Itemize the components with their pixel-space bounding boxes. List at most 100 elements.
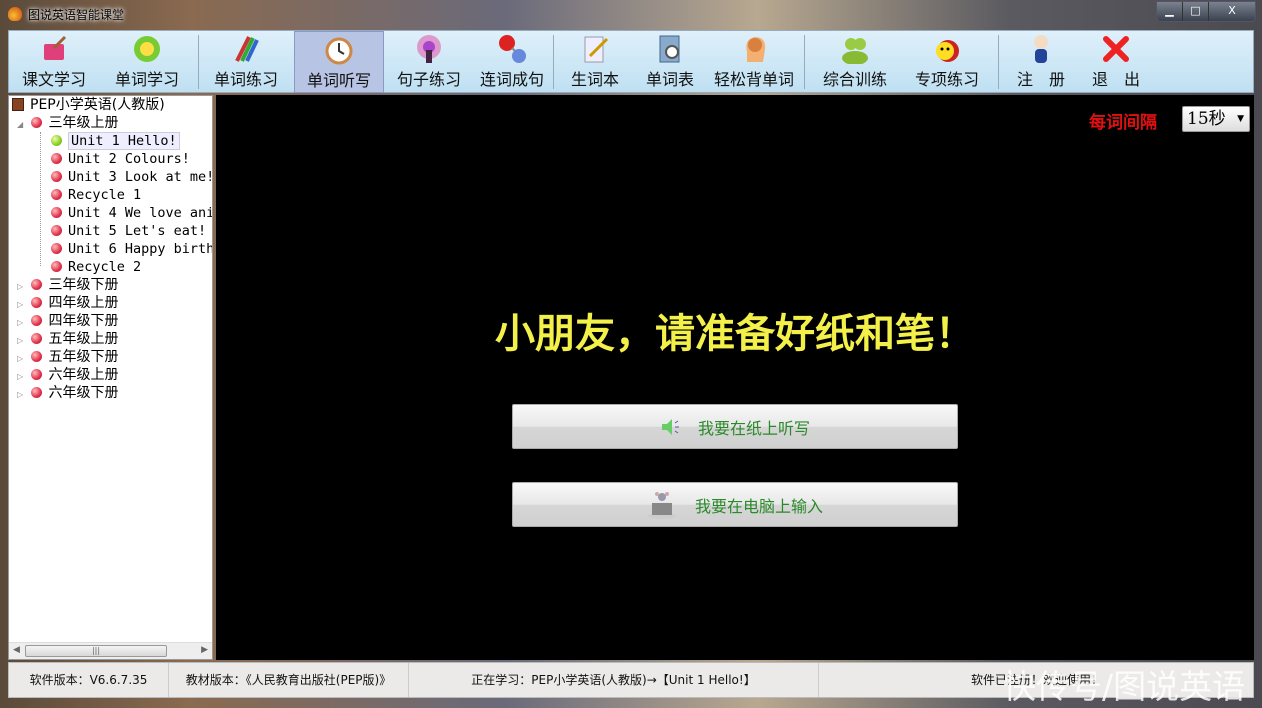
interval-value: 15秒: [1187, 109, 1226, 129]
book-icon: [12, 98, 24, 111]
red-ball-icon: [31, 315, 43, 326]
green-ball-icon: [51, 135, 62, 146]
red-ball-icon: [51, 261, 62, 272]
tree-grade[interactable]: ▷ 四年级上册: [17, 294, 118, 312]
tree-grade[interactable]: ▷ 三年级下册: [17, 276, 118, 294]
red-ball-icon: [31, 387, 43, 398]
red-ball-icon: [31, 279, 43, 290]
expand-icon[interactable]: ◢: [17, 116, 27, 134]
tree-grade-expanded[interactable]: ◢ 三年级上册: [17, 114, 118, 132]
tree-grade-label: 六年级上册: [48, 367, 119, 383]
paper-dictation-label: 我要在纸上听写: [697, 418, 810, 438]
tree-grade[interactable]: ▷ 四年级下册: [17, 312, 118, 330]
toolbar-separator: [198, 35, 199, 89]
tree-unit[interactable]: Unit 1 Hello!: [51, 132, 180, 150]
speaker-icon: [661, 418, 679, 435]
chevron-down-icon: ▼: [1237, 114, 1244, 124]
tree-unit-label: Recycle 2: [68, 259, 142, 275]
toolbar-separator: [998, 35, 999, 89]
red-ball-icon: [51, 243, 62, 254]
horizontal-scrollbar[interactable]: ◀ ||| ▶: [9, 642, 212, 659]
users-icon: [842, 38, 868, 64]
toolbar-button-label: 单词学习: [114, 70, 179, 89]
status-bar: 软件版本：V6.6.7.35 教材版本：《人民教育出版社(PEP版)》 正在学习…: [8, 662, 1254, 698]
tree-unit[interactable]: Recycle 1: [51, 186, 141, 204]
tree-unit[interactable]: Unit 2 Colours!: [51, 150, 190, 168]
pencils-icon: [235, 36, 259, 62]
maximize-button[interactable]: □: [1183, 2, 1209, 21]
status-registered: 软件已注册！欢迎使用！: [970, 673, 1103, 687]
tree-grade[interactable]: ▷ 五年级下册: [17, 348, 118, 366]
red-ball-icon: [51, 189, 62, 200]
toolbar-separator: [553, 35, 554, 89]
tree-unit[interactable]: Unit 6 Happy birth: [51, 240, 213, 258]
notepad-icon: [584, 36, 609, 63]
scroll-thumb[interactable]: |||: [25, 645, 167, 657]
red-ball-icon: [31, 117, 43, 128]
red-x-icon: [1103, 36, 1129, 62]
ladybug-icon: [936, 40, 959, 62]
tree-grade-label: 五年级上册: [48, 331, 119, 347]
tree-grade-label: 三年级上册: [48, 115, 119, 131]
window-title: 图说英语智能课堂: [28, 8, 125, 22]
tree-grade-label: 四年级下册: [48, 313, 119, 329]
tree-grade[interactable]: ▷ 六年级下册: [17, 384, 118, 402]
toolbar-button-3[interactable]: 单词听写: [294, 31, 384, 93]
red-ball-icon: [31, 333, 43, 344]
tree-unit-label: Unit 3 Look at me!: [68, 169, 213, 185]
tree-grade[interactable]: ▷ 五年级上册: [17, 330, 118, 348]
collapsed-icon[interactable]: ▷: [17, 386, 27, 404]
toolbar-button-1[interactable]: 单词学习: [102, 31, 192, 93]
app-icon: [8, 7, 22, 21]
tree-unit[interactable]: Recycle 2: [51, 258, 141, 276]
toolbar-button-2[interactable]: 单词练习: [201, 31, 291, 93]
status-learning: 正在学习：PEP小学英语(人教版)→【Unit 1 Hello!】: [409, 663, 819, 697]
tree-unit[interactable]: Unit 4 We love ani: [51, 204, 212, 222]
tree-root[interactable]: PEP小学英语(人教版): [12, 96, 165, 114]
toolbar-button-label: 单词表: [645, 70, 694, 89]
tree-unit-label: Unit 1 Hello!: [68, 132, 180, 150]
tree-unit-label: Unit 6 Happy birth: [68, 241, 213, 257]
tree-unit-label: Unit 2 Colours!: [68, 151, 190, 167]
close-button[interactable]: X: [1209, 2, 1255, 21]
computer-input-label: 我要在电脑上输入: [694, 496, 823, 516]
brain-icon: [746, 37, 766, 62]
dictation-panel: 每词间隔 15秒 ▼ 小朋友，请准备好纸和笔！ 我要在纸上听写 我要在电脑上输入: [216, 95, 1254, 660]
tree-grade[interactable]: ▷ 六年级上册: [17, 366, 118, 384]
computer-mouse-icon: [647, 491, 676, 519]
computer-input-button[interactable]: 我要在电脑上输入: [512, 482, 958, 527]
tree-grade-label: 五年级下册: [48, 349, 119, 365]
toolbar-button-12[interactable]: 退 出: [1071, 31, 1161, 93]
toolbar-button-7[interactable]: 单词表: [625, 31, 715, 93]
toolbar-button-4[interactable]: 句子练习: [384, 31, 474, 93]
book-pen-icon: [44, 35, 67, 60]
scroll-left-icon[interactable]: ◀: [13, 645, 20, 655]
toolbar-button-9[interactable]: 综合训练: [810, 31, 900, 93]
red-ball-icon: [31, 369, 43, 380]
tree-grade-label: 三年级下册: [48, 277, 119, 293]
interval-label: 每词间隔: [1089, 113, 1157, 133]
status-textbook: 教材版本：《人民教育出版社(PEP版)》: [169, 663, 409, 697]
paper-dictation-button[interactable]: 我要在纸上听写: [512, 404, 958, 449]
tree-unit-label: Recycle 1: [68, 187, 142, 203]
toolbar-button-0[interactable]: 课文学习: [9, 31, 99, 93]
toolbar-button-5[interactable]: 连词成句: [467, 31, 557, 93]
toolbar-button-label: 连词成句: [479, 70, 544, 89]
interval-select[interactable]: 15秒 ▼: [1182, 106, 1250, 132]
tree-unit[interactable]: Unit 5 Let's eat!: [51, 222, 206, 240]
toolbar-button-8[interactable]: 轻松背单词: [709, 31, 799, 93]
red-ball-icon: [31, 351, 43, 362]
red-ball-icon: [51, 225, 62, 236]
course-tree: ◀ ||| ▶ PEP小学英语(人教版) ◢ 三年级上册 Unit 1 Hello!…: [8, 95, 213, 660]
tree-unit[interactable]: Unit 3 Look at me!: [51, 168, 213, 186]
flower-icon: [134, 36, 160, 62]
toolbar-button-label: 退 出: [1091, 70, 1140, 89]
red-ball-icon: [51, 171, 62, 182]
toolbar-button-label: 轻松背单词: [713, 70, 794, 89]
toolbar-button-label: 单词听写: [306, 71, 371, 90]
scroll-right-icon[interactable]: ▶: [201, 645, 208, 655]
link-bubbles-icon: [499, 35, 526, 63]
minimize-button[interactable]: ▁: [1157, 2, 1183, 21]
title-bar: 图说英语智能课堂 ▁ □ X: [0, 0, 1262, 28]
toolbar-button-10[interactable]: 专项练习: [902, 31, 992, 93]
